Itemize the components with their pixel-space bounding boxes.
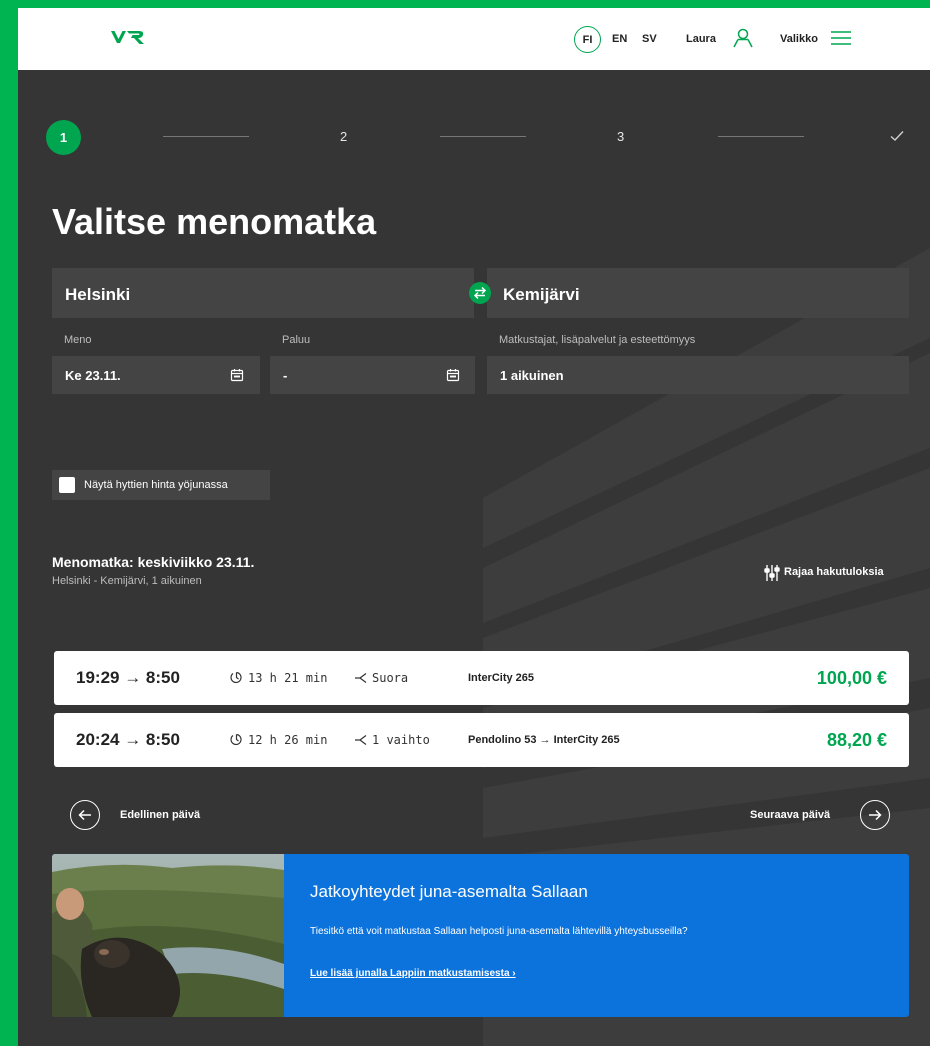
trip-price: 100,00 €	[816, 668, 887, 688]
step-connector	[163, 136, 249, 137]
language-sv-button[interactable]: SV	[642, 33, 657, 45]
menu-label[interactable]: Valikko	[780, 33, 818, 45]
top-header: FI EN SV Laura Valikko	[18, 8, 930, 70]
user-name-link[interactable]: Laura	[686, 33, 716, 45]
user-icon[interactable]	[732, 27, 754, 54]
trip-duration: 13 h 21 min	[248, 671, 328, 685]
trip-times: 19:29 → 8:50	[76, 668, 180, 687]
trip-row[interactable]: 19:29 → 8:50 13 h 21 min Suora InterCity…	[54, 651, 909, 705]
filter-label: Rajaa hakutuloksia	[784, 566, 884, 578]
trip-changes: 1 vaihto	[372, 733, 430, 747]
cabin-price-toggle[interactable]: Näytä hyttien hinta yöjunassa	[52, 470, 270, 500]
checkmark-icon	[890, 129, 904, 147]
step-connector	[718, 136, 804, 137]
to-station-value: Kemijärvi	[503, 285, 580, 304]
arrow-left-icon[interactable]	[70, 800, 100, 830]
arrow-right-icon[interactable]	[860, 800, 890, 830]
passengers-field[interactable]: 1 aikuinen	[487, 356, 909, 394]
promo-title: Jatkoyhteydet juna-asemalta Sallaan	[310, 882, 588, 901]
hamburger-menu-icon[interactable]	[830, 28, 852, 53]
cabin-price-checkbox[interactable]	[59, 477, 75, 493]
clock-icon	[230, 733, 243, 751]
depart-date-label: Meno	[64, 334, 92, 346]
route-split-icon	[354, 733, 368, 751]
step-3: 3	[617, 129, 625, 144]
trip-price: 88,20 €	[826, 730, 887, 750]
language-fi-button[interactable]: FI	[574, 26, 601, 53]
filter-sliders-icon	[764, 564, 780, 587]
calendar-icon[interactable]	[446, 368, 460, 387]
return-date-field[interactable]: -	[270, 356, 475, 394]
from-station-field[interactable]: Helsinki	[52, 268, 474, 318]
trip-train: Pendolino 53 → InterCity 265	[468, 734, 620, 746]
calendar-icon[interactable]	[230, 368, 244, 387]
results-title: Menomatka: keskiviikko 23.11.	[52, 554, 255, 570]
promo-read-more-link[interactable]: Lue lisää junalla Lappiin matkustamisest…	[310, 968, 516, 979]
promo-banner: Jatkoyhteydet juna-asemalta Sallaan Ties…	[52, 854, 909, 1017]
next-day-link[interactable]: Seuraava päivä	[750, 809, 830, 821]
cabin-price-label: Näytä hyttien hinta yöjunassa	[84, 479, 228, 491]
promo-photo-person-with-dog	[52, 854, 284, 1017]
from-station-value: Helsinki	[65, 285, 131, 304]
filter-results-button[interactable]: Rajaa hakutuloksia	[756, 556, 909, 590]
trip-duration: 12 h 26 min	[248, 733, 328, 747]
trip-row[interactable]: 20:24 → 8:50 12 h 26 min 1 vaihto Pendol…	[54, 713, 909, 767]
page-title: Valitse menomatka	[52, 201, 377, 242]
page-frame: FI EN SV Laura Valikko 1 2 3 Valitse men…	[18, 8, 930, 1046]
passengers-value: 1 aikuinen	[500, 368, 564, 383]
return-date-label: Paluu	[282, 334, 311, 346]
passengers-label: Matkustajat, lisäpalvelut ja esteettömyy…	[499, 334, 696, 346]
trip-times: 20:24 → 8:50	[76, 730, 180, 749]
results-subtitle: Helsinki - Kemijärvi, 1 aikuinen	[52, 575, 202, 587]
step-1-active: 1	[46, 120, 81, 155]
previous-day-link[interactable]: Edellinen päivä	[120, 809, 200, 821]
step-connector	[440, 136, 526, 137]
route-split-icon	[354, 671, 368, 689]
vr-logo-icon[interactable]	[110, 30, 146, 51]
swap-arrows-icon[interactable]	[469, 282, 491, 304]
to-station-field[interactable]: Kemijärvi	[487, 268, 909, 318]
clock-icon	[230, 671, 243, 689]
step-2: 2	[340, 129, 348, 144]
depart-date-value: Ke 23.11.	[65, 368, 121, 383]
trip-train: InterCity 265	[468, 672, 535, 684]
trip-changes: Suora	[372, 671, 409, 685]
promo-text: Tiesitkö että voit matkustaa Sallaan hel…	[310, 926, 688, 937]
depart-date-field[interactable]: Ke 23.11.	[52, 356, 260, 394]
language-en-button[interactable]: EN	[612, 33, 627, 45]
return-date-value: -	[283, 368, 288, 383]
